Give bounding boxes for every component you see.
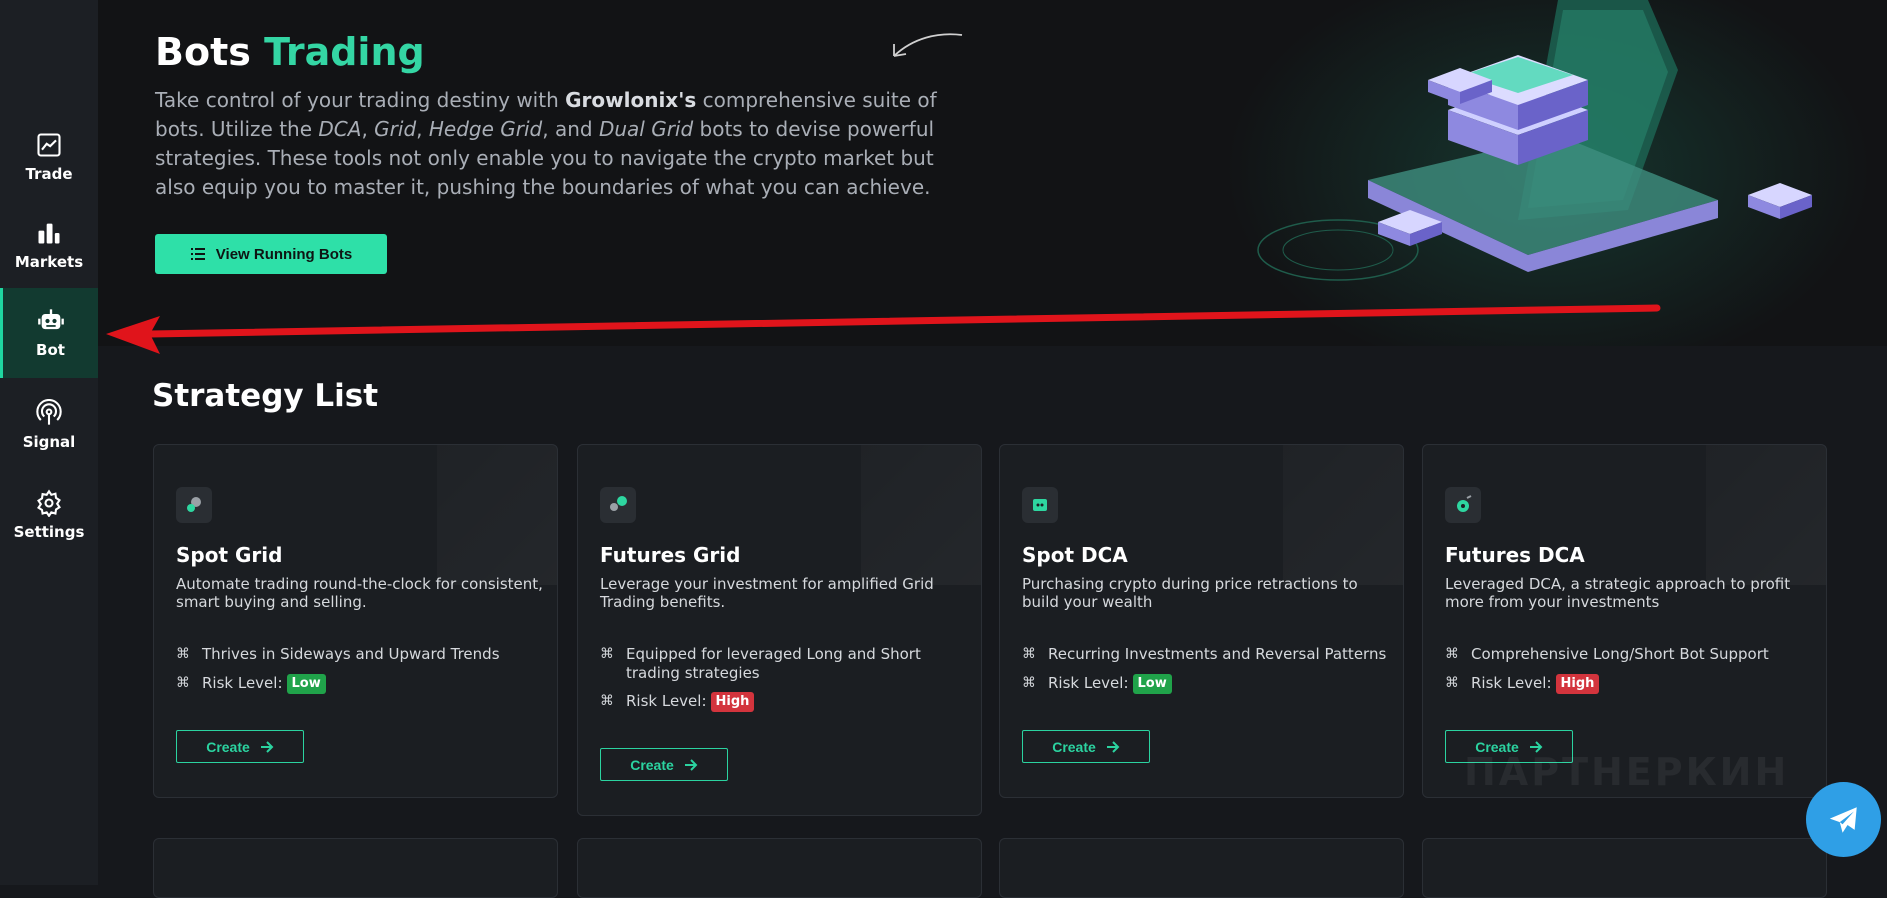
spot-dca-icon [1022,487,1058,523]
sidebar-item-label: Bot [36,341,65,359]
sidebar-item-label: Settings [13,523,85,541]
gear-icon [37,489,61,517]
feature-item: ⌘ Equipped for leveraged Long and Short t… [600,645,921,682]
feature-item: ⌘ Thrives in Sideways and Upward Trends [176,645,500,663]
command-icon: ⌘ [1445,646,1459,662]
command-icon: ⌘ [600,693,614,709]
list-icon [190,248,205,260]
sidebar-item-signal[interactable]: Signal [0,380,98,470]
sidebar-item-label: Trade [25,165,73,183]
risk-badge: Low [286,674,326,694]
card-description: Automate trading round-the-clock for con… [176,575,543,611]
view-running-bots-button[interactable]: View Running Bots [155,234,387,274]
futures-dca-icon [1445,487,1481,523]
command-icon: ⌘ [1022,646,1036,662]
command-icon: ⌘ [176,675,190,691]
card-title: Spot Grid [176,543,283,567]
strategy-card-futures-dca: Futures DCA Leveraged DCA, a strategic a… [1422,444,1827,798]
robot-icon [37,309,64,330]
create-button[interactable]: Create [600,748,728,781]
strategy-card [999,838,1404,898]
section-title: Strategy List [152,378,379,414]
sidebar-item-trade[interactable]: Trade [0,112,98,202]
strategy-card [577,838,982,898]
arrow-right-icon [1106,740,1120,753]
risk-level: ⌘ Risk Level: Low [1022,674,1392,694]
risk-level: ⌘ Risk Level: High [600,692,970,712]
card-title: Futures DCA [1445,543,1585,567]
create-button[interactable]: Create [1022,730,1150,763]
signal-icon [36,399,62,425]
telegram-button[interactable] [1806,782,1881,857]
card-title: Spot DCA [1022,543,1128,567]
command-icon: ⌘ [600,646,614,662]
risk-badge: High [710,692,755,712]
bar-chart-icon [38,223,60,244]
spot-grid-icon [176,487,212,523]
server-illustration [1257,0,1812,281]
sidebar-item-markets[interactable]: Markets [0,200,98,290]
risk-level: ⌘ Risk Level: High [1445,674,1815,694]
sidebar-item-bot[interactable]: Bot [0,288,98,378]
arrow-right-icon [260,740,274,753]
sidebar-item-settings[interactable]: Settings [0,470,98,560]
sidebar-item-label: Signal [22,433,76,451]
curved-arrow-icon [893,33,963,57]
strategy-card-spot-dca: Spot DCA Purchasing crypto during price … [999,444,1404,798]
create-button[interactable]: Create [176,730,304,763]
hero-description: Take control of your trading destiny wit… [155,88,937,199]
feature-item: ⌘ Comprehensive Long/Short Bot Support [1445,645,1769,663]
risk-level: ⌘ Risk Level: Low [176,674,546,694]
feature-item: ⌘ Recurring Investments and Reversal Patt… [1022,645,1387,663]
command-icon: ⌘ [176,646,190,662]
hero-banner: Bots Trading Take control of your tradin… [98,0,1887,346]
command-icon: ⌘ [1445,675,1459,691]
card-title: Futures Grid [600,543,741,567]
strategy-card [153,838,558,898]
futures-grid-icon [600,487,636,523]
strategy-card-futures-grid: Futures Grid Leverage your investment fo… [577,444,982,816]
sidebar: Trade Markets Bot Signal Settings [0,0,98,885]
card-description: Leverage your investment for amplified G… [600,575,934,611]
risk-badge: Low [1132,674,1172,694]
card-description: Leveraged DCA, a strategic approach to p… [1445,575,1791,611]
strategy-card [1422,838,1827,898]
sidebar-item-label: Markets [14,253,84,271]
risk-badge: High [1555,674,1600,694]
watermark: ПАРТНЕРКИН [1464,750,1790,794]
chart-line-icon [37,133,61,157]
strategy-card-spot-grid: Spot Grid Automate trading round-the-clo… [153,444,558,798]
paper-plane-icon [1829,806,1857,833]
card-description: Purchasing crypto during price retractio… [1022,575,1358,611]
command-icon: ⌘ [1022,675,1036,691]
page-title: Bots Trading [155,30,425,74]
arrow-right-icon [684,758,698,771]
